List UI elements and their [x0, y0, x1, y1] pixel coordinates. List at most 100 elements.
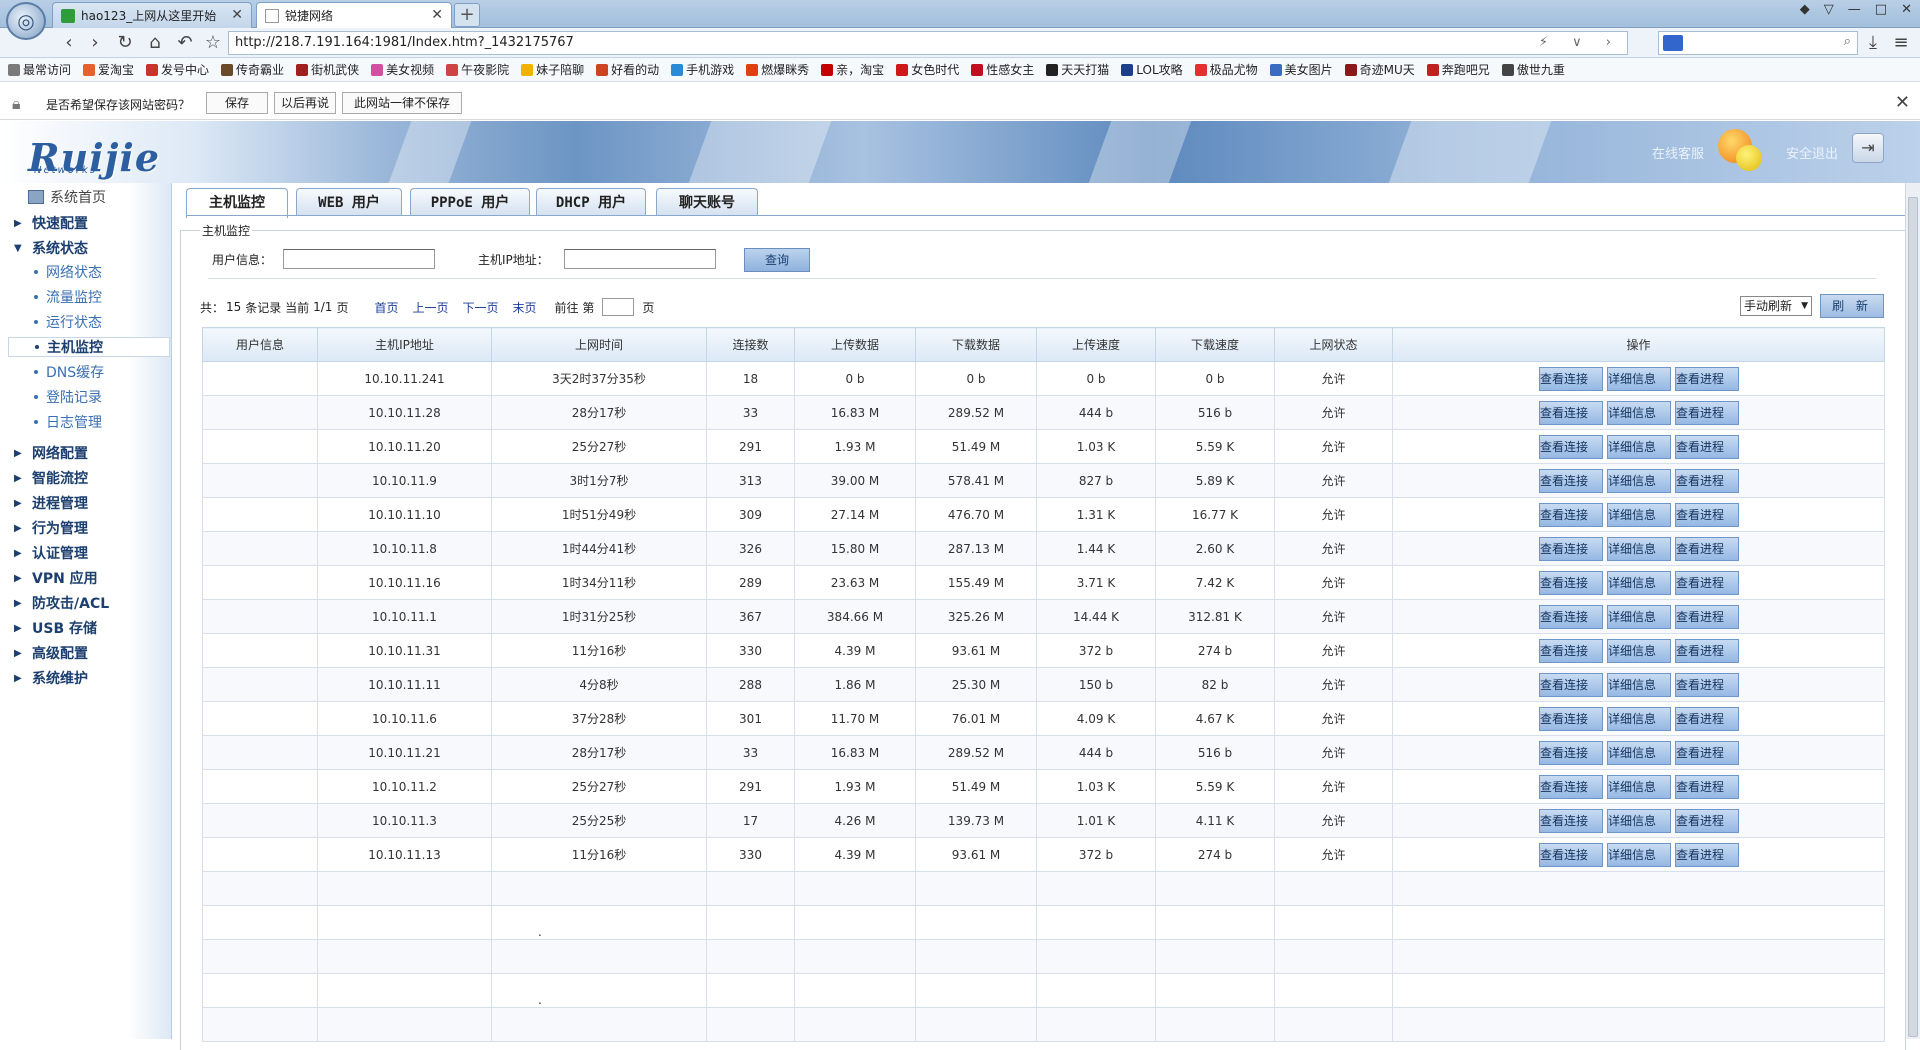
address-bar[interactable]: http://218.7.191.164:1981/Index.htm?_143… [228, 31, 1628, 55]
tab-dhcp-users[interactable]: DHCP 用户 [536, 188, 646, 216]
new-tab-button[interactable]: + [454, 3, 480, 27]
first-page-link[interactable]: 首页 [374, 299, 398, 316]
bookmark-item[interactable]: 女色时代 [896, 61, 959, 78]
search-icon[interactable]: ⌕ [1844, 34, 1851, 49]
view-processes-button[interactable]: 查看进程 [1675, 400, 1739, 425]
view-connections-button[interactable]: 查看连接 [1539, 842, 1603, 867]
details-button[interactable]: 详细信息 [1607, 468, 1671, 493]
details-button[interactable]: 详细信息 [1607, 740, 1671, 765]
sidebar-group[interactable]: ▶ 快速配置 [14, 213, 88, 233]
refresh-button[interactable]: 刷 新 [1820, 294, 1884, 318]
details-button[interactable]: 详细信息 [1607, 706, 1671, 731]
minimize-icon[interactable]: — [1848, 2, 1861, 17]
sidebar-group[interactable]: ▶ 高级配置 [14, 643, 88, 663]
view-connections-button[interactable]: 查看连接 [1539, 570, 1603, 595]
sidebar-sub-item[interactable]: 运行状态 [34, 312, 102, 332]
sidebar-group[interactable]: ▶ 进程管理 [14, 493, 88, 513]
sidebar-group[interactable]: ▶ VPN 应用 [14, 568, 98, 588]
view-processes-button[interactable]: 查看进程 [1675, 604, 1739, 629]
details-button[interactable]: 详细信息 [1607, 808, 1671, 833]
bookmark-item[interactable]: 美女视频 [371, 61, 434, 78]
view-processes-button[interactable]: 查看进程 [1675, 366, 1739, 391]
goto-page-input[interactable] [602, 298, 635, 316]
sidebar-group[interactable]: ▶ 智能流控 [14, 468, 88, 488]
sidebar-item-home[interactable]: 系统首页 [28, 187, 106, 207]
reload-icon[interactable]: ↻ [114, 32, 136, 54]
details-button[interactable]: 详细信息 [1607, 434, 1671, 459]
view-connections-button[interactable]: 查看连接 [1539, 706, 1603, 731]
view-processes-button[interactable]: 查看进程 [1675, 468, 1739, 493]
view-processes-button[interactable]: 查看进程 [1675, 672, 1739, 697]
online-service-link[interactable]: 在线客服 [1652, 143, 1704, 162]
logout-link[interactable]: 安全退出 [1786, 143, 1838, 162]
later-button[interactable]: 以后再说 [274, 92, 336, 114]
sidebar-group[interactable]: ▶ 防攻击/ACL [14, 593, 109, 613]
details-button[interactable]: 详细信息 [1607, 366, 1671, 391]
bookmark-item[interactable]: 手机游戏 [671, 61, 734, 78]
sidebar-sub-item[interactable]: 主机监控 [8, 337, 170, 357]
tab-pppoe-users[interactable]: PPPoE 用户 [410, 188, 530, 216]
details-button[interactable]: 详细信息 [1607, 672, 1671, 697]
view-connections-button[interactable]: 查看连接 [1539, 502, 1603, 527]
close-tab-icon[interactable]: ✕ [231, 7, 243, 23]
prev-page-link[interactable]: 上一页 [412, 299, 448, 316]
forward-icon[interactable]: › [84, 32, 106, 54]
view-processes-button[interactable]: 查看进程 [1675, 570, 1739, 595]
view-processes-button[interactable]: 查看进程 [1675, 706, 1739, 731]
bookmark-item[interactable]: 街机武侠 [296, 61, 359, 78]
view-processes-button[interactable]: 查看进程 [1675, 740, 1739, 765]
service-avatar-icon[interactable] [1718, 129, 1764, 173]
settings-icon[interactable]: ▽ [1824, 2, 1834, 17]
undo-icon[interactable]: ↶ [174, 32, 196, 54]
sidebar-sub-item[interactable]: 流量监控 [34, 287, 102, 307]
skin-icon[interactable]: ◆ [1800, 2, 1810, 17]
next-page-link[interactable]: 下一页 [462, 299, 498, 316]
bookmark-item[interactable]: 傲世九重 [1501, 61, 1565, 78]
view-connections-button[interactable]: 查看连接 [1539, 774, 1603, 799]
view-connections-button[interactable]: 查看连接 [1539, 808, 1603, 833]
view-processes-button[interactable]: 查看进程 [1675, 808, 1739, 833]
details-button[interactable]: 详细信息 [1607, 638, 1671, 663]
save-password-button[interactable]: 保存 [206, 92, 268, 114]
close-tab-icon[interactable]: ✕ [431, 7, 443, 23]
maximize-icon[interactable]: □ [1875, 2, 1887, 17]
view-connections-button[interactable]: 查看连接 [1539, 366, 1603, 391]
address-actions-icon[interactable]: ⚡ ∨ › [1539, 32, 1621, 54]
sidebar-sub-item[interactable]: 登陆记录 [34, 387, 102, 407]
details-button[interactable]: 详细信息 [1607, 400, 1671, 425]
tab-web-users[interactable]: WEB 用户 [296, 188, 402, 216]
browser-tab-hao123[interactable]: hao123_上网从这里开始 ✕ [52, 2, 252, 28]
close-icon[interactable]: ✕ [1895, 92, 1910, 113]
sidebar-sub-item[interactable]: 网络状态 [34, 262, 102, 282]
never-save-button[interactable]: 此网站一律不保存 [342, 92, 462, 114]
details-button[interactable]: 详细信息 [1607, 536, 1671, 561]
host-ip-input[interactable] [564, 249, 716, 269]
view-processes-button[interactable]: 查看进程 [1675, 536, 1739, 561]
bookmark-item[interactable]: 午夜影院 [446, 61, 509, 78]
home-icon[interactable]: ⌂ [144, 32, 166, 54]
details-button[interactable]: 详细信息 [1607, 502, 1671, 527]
sidebar-group[interactable]: ▶ 网络配置 [14, 443, 88, 463]
menu-icon[interactable]: ≡ [1890, 32, 1912, 54]
bookmark-item[interactable]: 最常访问 [8, 61, 71, 78]
view-processes-button[interactable]: 查看进程 [1675, 842, 1739, 867]
bookmark-item[interactable]: 性感女主 [971, 61, 1034, 78]
tab-host-monitor[interactable]: 主机监控 [186, 188, 288, 218]
back-icon[interactable]: ‹ [58, 32, 80, 54]
sidebar-group[interactable]: ▶ 认证管理 [14, 543, 88, 563]
details-button[interactable]: 详细信息 [1607, 604, 1671, 629]
bookmark-item[interactable]: 燃爆眯秀 [746, 61, 809, 78]
bookmark-item[interactable]: 传奇霸业 [221, 61, 284, 78]
bookmark-item[interactable]: 美女图片 [1269, 61, 1333, 78]
view-connections-button[interactable]: 查看连接 [1539, 536, 1603, 561]
browser-tab-ruijie[interactable]: 锐捷网络 ✕ [256, 2, 452, 28]
query-button[interactable]: 查询 [744, 248, 810, 272]
bookmark-item[interactable]: 妹子陪聊 [521, 61, 584, 78]
scrollbar-thumb[interactable] [1908, 197, 1918, 1037]
sidebar-group[interactable]: ▶ USB 存储 [14, 618, 97, 638]
page-scrollbar[interactable] [1905, 183, 1920, 1039]
search-engine-icon[interactable] [1663, 35, 1683, 51]
search-input[interactable]: ⌕ [1658, 31, 1858, 55]
view-processes-button[interactable]: 查看进程 [1675, 774, 1739, 799]
bookmark-item[interactable]: 爱淘宝 [83, 61, 134, 78]
